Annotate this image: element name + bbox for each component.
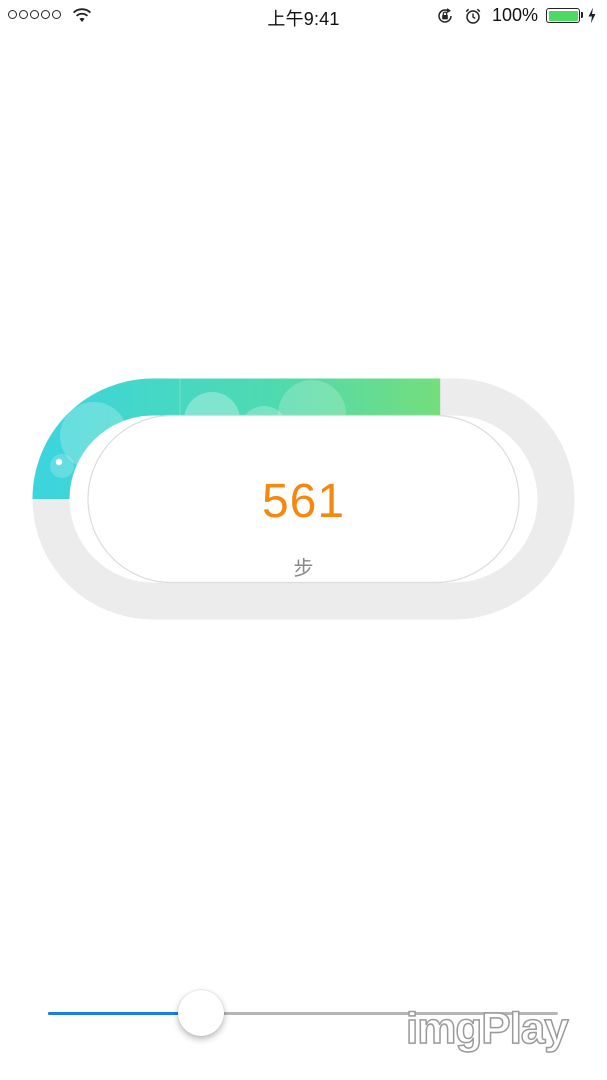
imgplay-watermark: imgPlay [405, 1003, 569, 1054]
step-count-unit: 步 [293, 558, 314, 580]
battery-percentage: 100% [492, 5, 539, 25]
step-count-value: 561 [261, 475, 346, 528]
battery-tip [581, 12, 583, 18]
battery-icon [546, 8, 580, 23]
step-progress-ring: 561 步 [32, 378, 575, 620]
alarm-icon [465, 8, 481, 24]
progress-start-dot [55, 458, 63, 466]
charging-bolt-icon [588, 7, 596, 24]
rotation-lock-icon [438, 8, 452, 23]
slider-thumb[interactable] [178, 990, 224, 1036]
battery-fill [548, 10, 578, 21]
screen: 上午9:41 100% 561 步 imgPlay [0, 0, 607, 1080]
status-bar: 上午9:41 100% [0, 0, 607, 32]
